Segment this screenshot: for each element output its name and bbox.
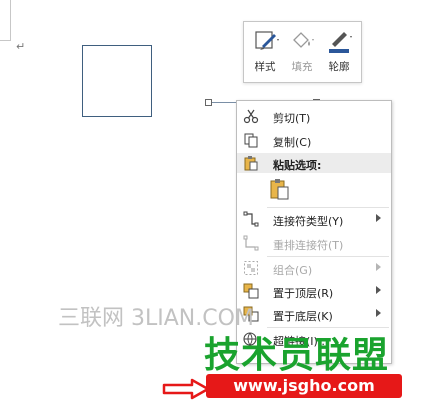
style-label: 样式 bbox=[254, 61, 276, 73]
page-corner-mark bbox=[0, 0, 11, 41]
menu-item-connector-type[interactable]: 连接符类型(Y) bbox=[237, 209, 391, 229]
menu-item-reroute-connector: 重排连接符(T) bbox=[237, 233, 391, 253]
menu-item-group: 组合(G) bbox=[237, 258, 391, 278]
watermark-url: www.jsgho.com bbox=[233, 376, 375, 395]
red-arrow-icon bbox=[162, 378, 210, 400]
group-icon bbox=[244, 261, 258, 275]
scissors-icon bbox=[243, 109, 259, 124]
context-menu: 剪切(T) 复制(C) 粘贴选项: 连接符类型(Y) 重排连接符(T) 组合(G… bbox=[236, 100, 392, 364]
outline-button[interactable]: 轮廓 bbox=[322, 26, 356, 76]
connector-type-icon bbox=[243, 211, 259, 227]
menu-separator bbox=[267, 207, 389, 208]
style-button[interactable]: 样式 bbox=[248, 26, 282, 76]
menu-section-paste-options: 粘贴选项: bbox=[237, 153, 391, 173]
menu-label-group: 组合(G) bbox=[273, 264, 313, 277]
paste-keep-source-icon[interactable] bbox=[269, 177, 291, 201]
rectangle-shape[interactable] bbox=[82, 45, 152, 117]
mini-toolbar: 样式 填充 轮廓 bbox=[243, 21, 362, 83]
menu-item-send-to-back[interactable]: 置于底层(K) bbox=[237, 304, 391, 324]
watermark-logo-text: 技术员联盟 bbox=[204, 335, 390, 376]
copy-icon bbox=[244, 133, 258, 148]
menu-item-copy[interactable]: 复制(C) bbox=[237, 130, 391, 150]
watermark-url-banner: www.jsgho.com bbox=[206, 374, 402, 398]
fill-button[interactable]: 填充 bbox=[285, 26, 319, 76]
clipboard-icon bbox=[244, 156, 258, 171]
menu-label-copy: 复制(C) bbox=[273, 136, 312, 149]
pen-outline-icon bbox=[329, 32, 352, 53]
menu-separator bbox=[267, 256, 389, 257]
bring-to-front-icon bbox=[243, 283, 259, 299]
menu-label-cut: 剪切(T) bbox=[273, 112, 311, 125]
menu-label-send-to-back: 置于底层(K) bbox=[273, 310, 333, 323]
menu-label-connector-type: 连接符类型(Y) bbox=[273, 215, 344, 228]
submenu-arrow-icon bbox=[376, 263, 381, 271]
submenu-arrow-icon bbox=[376, 309, 381, 317]
menu-label-bring-to-front: 置于顶层(R) bbox=[273, 287, 334, 300]
submenu-arrow-icon bbox=[376, 214, 381, 222]
outline-label: 轮廓 bbox=[328, 61, 350, 73]
paint-bucket-icon bbox=[293, 32, 314, 48]
menu-label-paste-options: 粘贴选项: bbox=[273, 159, 322, 172]
shape-style-icon bbox=[255, 31, 279, 50]
menu-item-cut[interactable]: 剪切(T) bbox=[237, 106, 391, 126]
menu-label-reroute-connector: 重排连接符(T) bbox=[273, 239, 344, 252]
reroute-icon bbox=[243, 235, 259, 251]
connector-start-handle[interactable] bbox=[205, 99, 212, 106]
submenu-arrow-icon bbox=[376, 286, 381, 294]
paragraph-mark: ↵ bbox=[16, 40, 26, 53]
menu-item-bring-to-front[interactable]: 置于顶层(R) bbox=[237, 281, 391, 301]
fill-label: 填充 bbox=[291, 61, 313, 73]
